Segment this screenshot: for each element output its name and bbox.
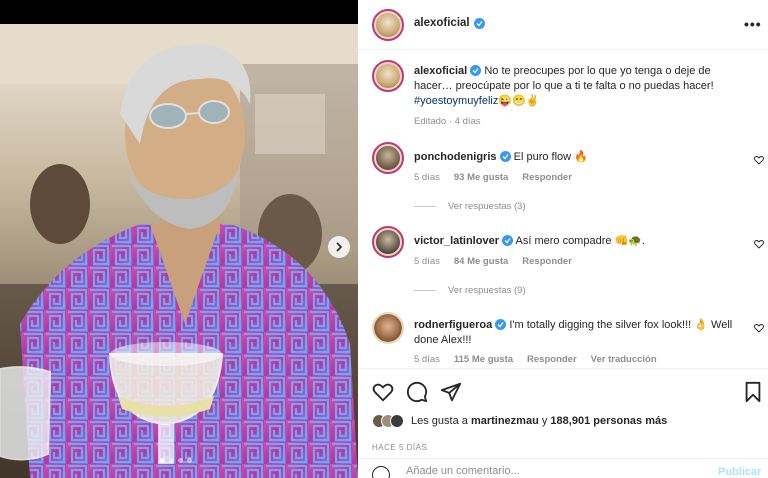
reply-button[interactable]: Responder	[522, 256, 572, 267]
caption-avatar[interactable]	[372, 60, 404, 92]
caption-block: alexoficial No te preocupes por lo que y…	[358, 60, 768, 140]
likes-count[interactable]: 188,901 personas más	[550, 415, 667, 427]
comment-item: rodnerfigueroa I'm totally digging the s…	[358, 312, 768, 368]
like-comment-heart-icon[interactable]	[754, 155, 764, 165]
see-translation-button[interactable]: Ver traducción	[591, 354, 657, 365]
comment-bubble-icon[interactable]	[406, 381, 428, 403]
publish-button[interactable]: Publicar	[718, 466, 761, 478]
comment-meta: 5 días 115 Me gusta Responder Ver traduc…	[414, 354, 657, 365]
caption-hashtag[interactable]: #yoestoymuyfeliz	[414, 95, 498, 107]
comment-time: 5 días	[414, 172, 440, 183]
commenter-avatar[interactable]	[372, 226, 404, 258]
liker-username[interactable]: martinezmau	[471, 415, 539, 427]
comment-time: 5 días	[414, 256, 440, 267]
comment-username[interactable]: victor_latinlover	[414, 235, 499, 247]
verified-badge-icon	[495, 319, 507, 330]
author-avatar[interactable]	[372, 9, 404, 41]
comment-time: 5 días	[414, 354, 440, 365]
post-timestamp: HACE 5 DÍAS	[372, 443, 428, 452]
post-actions-bar	[358, 368, 768, 410]
likes-text: Les gusta a martinezmau y 188,901 person…	[411, 415, 667, 427]
comment-meta: 5 días 93 Me gusta Responder	[414, 172, 572, 183]
post-photo	[0, 24, 358, 478]
carousel-dot	[178, 458, 183, 463]
likes-prefix: Les gusta a	[411, 415, 471, 427]
carousel-dot	[169, 458, 174, 463]
carousel-dot-active	[160, 458, 165, 463]
like-heart-icon[interactable]	[372, 381, 394, 403]
comment-likes[interactable]: 115 Me gusta	[454, 354, 513, 365]
instagram-post-view: alexoficial ••• alexoficial No te preocu…	[0, 0, 768, 478]
view-replies-button[interactable]: Ver respuestas (9)	[414, 285, 526, 296]
commenter-avatar[interactable]	[372, 312, 404, 344]
carousel-next-button[interactable]	[328, 236, 350, 258]
liker-avatar	[390, 414, 404, 428]
comment-item: victor_latinlover Así mero compadre 👊🐢. …	[358, 226, 768, 300]
view-replies-label: Ver respuestas (3)	[448, 201, 526, 212]
like-comment-heart-icon[interactable]	[754, 239, 764, 249]
view-replies-button[interactable]: Ver respuestas (3)	[414, 201, 526, 212]
comment-text: rodnerfigueroa I'm totally digging the s…	[414, 318, 744, 348]
caption-text: alexoficial No te preocupes por lo que y…	[414, 64, 744, 109]
caption-meta: Editado · 4 días	[414, 116, 481, 127]
save-bookmark-icon[interactable]	[742, 381, 764, 403]
comment-body: Así mero compadre 👊🐢.	[515, 235, 646, 247]
likes-summary: Les gusta a martinezmau y 188,901 person…	[372, 414, 667, 428]
comment-username[interactable]: ponchodenigris	[414, 151, 497, 163]
likes-conjunction: y	[538, 415, 551, 427]
add-comment-bar: Publicar	[358, 458, 768, 478]
carousel-dot	[187, 458, 192, 463]
comment-item: ponchodenigris El puro flow 🔥 5 días 93 …	[358, 142, 768, 216]
chevron-right-icon	[336, 242, 343, 252]
author-username: alexoficial	[414, 17, 470, 29]
comment-username[interactable]: rodnerfigueroa	[414, 319, 492, 331]
share-send-icon[interactable]	[440, 381, 462, 403]
comment-likes[interactable]: 84 Me gusta	[454, 256, 508, 267]
more-options-button[interactable]: •••	[744, 16, 762, 32]
caption-emojis: 😜😁✌	[498, 95, 540, 107]
emoji-icon[interactable]	[372, 466, 390, 478]
view-replies-label: Ver respuestas (9)	[448, 285, 526, 296]
verified-badge-icon	[502, 235, 514, 246]
comment-text: ponchodenigris El puro flow 🔥	[414, 150, 744, 165]
carousel-dots	[160, 458, 192, 463]
comment-text: victor_latinlover Así mero compadre 👊🐢.	[414, 234, 744, 249]
author-username-link[interactable]: alexoficial	[414, 17, 485, 29]
commenter-avatar[interactable]	[372, 142, 404, 174]
verified-badge-icon	[473, 17, 485, 29]
photo-illustration	[0, 24, 358, 478]
reply-button[interactable]: Responder	[527, 354, 577, 365]
post-side-panel: alexoficial ••• alexoficial No te preocu…	[358, 0, 768, 478]
comments-scroll-area[interactable]: alexoficial No te preocupes por lo que y…	[358, 50, 768, 368]
verified-badge-icon	[470, 65, 482, 76]
comment-input[interactable]	[406, 465, 686, 477]
reply-button[interactable]: Responder	[522, 172, 572, 183]
post-header: alexoficial •••	[358, 0, 768, 50]
comment-meta: 5 días 84 Me gusta Responder	[414, 256, 572, 267]
like-comment-heart-icon[interactable]	[754, 323, 764, 333]
comment-likes[interactable]: 93 Me gusta	[454, 172, 508, 183]
caption-username[interactable]: alexoficial	[414, 65, 467, 77]
verified-badge-icon	[499, 151, 511, 162]
comment-body: El puro flow 🔥	[513, 151, 588, 163]
